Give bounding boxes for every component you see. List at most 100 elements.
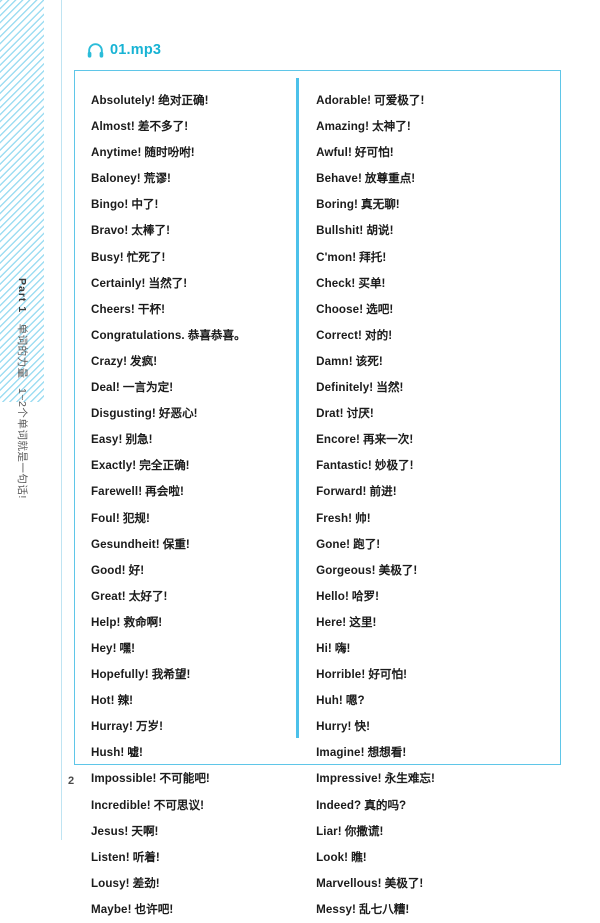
- phrase-item: Here! 这里!: [316, 610, 560, 636]
- phrase-item: Farewell! 再会啦!: [91, 479, 296, 505]
- phrase-item: Hurry! 快!: [316, 714, 560, 740]
- phrase-item: Encore! 再来一次!: [316, 427, 560, 453]
- phrase-chinese: 嗨!: [334, 641, 351, 655]
- phrase-chinese: 哈罗!: [351, 589, 379, 603]
- phrase-chinese: 拜托!: [359, 250, 387, 264]
- phrase-chinese: 嗯?: [345, 694, 365, 708]
- phrase-english: Hi!: [316, 641, 332, 655]
- phrase-english: Anytime!: [91, 146, 142, 160]
- phrase-chinese: 发疯!: [130, 354, 158, 368]
- phrase-item: Hello! 哈罗!: [316, 584, 560, 610]
- phrase-english: Easy!: [91, 433, 123, 447]
- phrase-english: Hush!: [91, 746, 125, 760]
- phrase-english: Amazing!: [316, 120, 370, 134]
- phrase-english: Great!: [91, 589, 126, 603]
- phrase-item: Hi! 嗨!: [316, 636, 560, 662]
- phrase-item: Damn! 该死!: [316, 349, 560, 375]
- phrase-chinese: 太棒了!: [131, 224, 170, 238]
- phrase-english: Indeed?: [316, 798, 362, 812]
- phrase-chinese: 天啊!: [131, 824, 159, 838]
- headphones-icon: [86, 41, 105, 60]
- phrase-chinese: 不可能吧!: [159, 772, 210, 786]
- phrase-item: Crazy! 发疯!: [91, 349, 296, 375]
- phrase-english: Definitely!: [316, 381, 374, 395]
- phrase-chinese: 保重!: [162, 537, 190, 551]
- phrase-item: Help! 救命啊!: [91, 610, 296, 636]
- phrase-english: Bravo!: [91, 224, 129, 238]
- phrase-english: Almost!: [91, 120, 135, 134]
- phrase-chinese: 妙极了!: [374, 459, 414, 473]
- phrase-english: Hurry!: [316, 720, 352, 734]
- phrase-item: Fresh! 帅!: [316, 506, 560, 532]
- phrase-chinese: 中了!: [131, 198, 159, 212]
- phrase-chinese: 别急!: [125, 433, 153, 447]
- phrase-item: Deal! 一言为定!: [91, 375, 296, 401]
- phrase-english: Bingo!: [91, 198, 129, 212]
- phrase-chinese: 帅!: [355, 511, 371, 525]
- phrase-english: Gorgeous!: [316, 563, 376, 577]
- phrase-english: Listen!: [91, 850, 130, 864]
- running-head-title: 单词的力量: [16, 323, 28, 379]
- phrase-item: Gone! 跑了!: [316, 532, 560, 558]
- phrase-english: Impressive!: [316, 772, 382, 786]
- audio-track-label[interactable]: 01.mp3: [86, 38, 161, 62]
- phrase-chinese: 乱七八糟!: [359, 902, 410, 916]
- phrase-item: Baloney! 荒谬!: [91, 166, 296, 192]
- phrase-chinese: 太好了!: [128, 589, 168, 603]
- phrase-chinese: 也许吧!: [134, 902, 174, 916]
- phrase-item: Horrible! 好可怕!: [316, 662, 560, 688]
- phrase-chinese: 忙死了!: [126, 250, 166, 264]
- phrase-column-right: Adorable! 可爱极了! Amazing! 太神了! Awful! 好可怕! Beha…: [296, 78, 560, 916]
- phrase-chinese: 前进!: [369, 485, 397, 499]
- phrase-item: Almost! 差不多了!: [91, 114, 296, 140]
- phrase-english: Messy!: [316, 902, 357, 916]
- phrase-item: Hey! 嘿!: [91, 636, 296, 662]
- phrase-item: Hush! 嘘!: [91, 740, 296, 766]
- phrase-english: Awful!: [316, 146, 352, 160]
- phrase-english: Gesundheit!: [91, 537, 160, 551]
- phrase-english: Busy!: [91, 250, 124, 264]
- phrase-english: Congratulations.: [91, 328, 185, 342]
- phrase-item: Impressive! 永生难忘!: [316, 766, 560, 792]
- phrase-item: Gorgeous! 美极了!: [316, 558, 560, 584]
- phrase-english: Certainly!: [91, 276, 146, 290]
- phrase-chinese: 随时吩咐!: [144, 146, 195, 160]
- phrase-english: Gone!: [316, 537, 351, 551]
- phrase-english: Farewell!: [91, 485, 143, 499]
- phrase-chinese: 干杯!: [137, 302, 165, 316]
- phrase-item: Foul! 犯规!: [91, 506, 296, 532]
- phrase-english: Huh!: [316, 694, 343, 708]
- phrase-item: Fantastic! 妙极了!: [316, 453, 560, 479]
- phrase-columns: Absolutely! 绝对正确! Almost! 差不多了! Anytime! 随时吩咐…: [75, 71, 560, 916]
- phrase-english: Baloney!: [91, 172, 141, 186]
- phrase-english: Hopefully!: [91, 668, 149, 682]
- phrase-english: Maybe!: [91, 902, 132, 916]
- running-head-part: Part 1: [16, 278, 28, 314]
- phrase-item: Adorable! 可爱极了!: [316, 88, 560, 114]
- phrase-item: Check! 买单!: [316, 271, 560, 297]
- phrase-english: Boring!: [316, 198, 359, 212]
- phrase-chinese: 永生难忘!: [384, 772, 435, 786]
- phrase-list-box: Absolutely! 绝对正确! Almost! 差不多了! Anytime! 随时吩咐…: [74, 70, 561, 916]
- phrase-english: Disgusting!: [91, 407, 156, 421]
- phrase-chinese: 不可思议!: [153, 798, 204, 812]
- phrase-chinese: 该死!: [355, 354, 383, 368]
- phrase-english: Help!: [91, 615, 121, 629]
- running-head-subtitle: 1~2个单词就是一句话!: [16, 388, 28, 499]
- phrase-chinese: 胡说!: [366, 224, 394, 238]
- phrase-item: Huh! 嗯?: [316, 688, 560, 714]
- phrase-item: Hurray! 万岁!: [91, 714, 296, 740]
- phrase-item: Bravo! 太棒了!: [91, 218, 296, 244]
- phrase-chinese: 听着!: [132, 850, 160, 864]
- phrase-english: Horrible!: [316, 668, 366, 682]
- phrase-chinese: 快!: [354, 720, 370, 734]
- phrase-english: Correct!: [316, 328, 362, 342]
- running-head: Part 1 单词的力量 1~2个单词就是一句话!: [15, 278, 30, 518]
- phrase-item: Liar! 你撒谎!: [316, 819, 560, 845]
- phrase-english: Hurray!: [91, 720, 133, 734]
- phrase-chinese: 可爱极了!: [374, 94, 425, 107]
- phrase-chinese: 当然了!: [148, 276, 188, 290]
- phrase-english: Deal!: [91, 381, 120, 395]
- phrase-chinese: 救命啊!: [123, 615, 163, 629]
- phrase-english: Hey!: [91, 641, 117, 655]
